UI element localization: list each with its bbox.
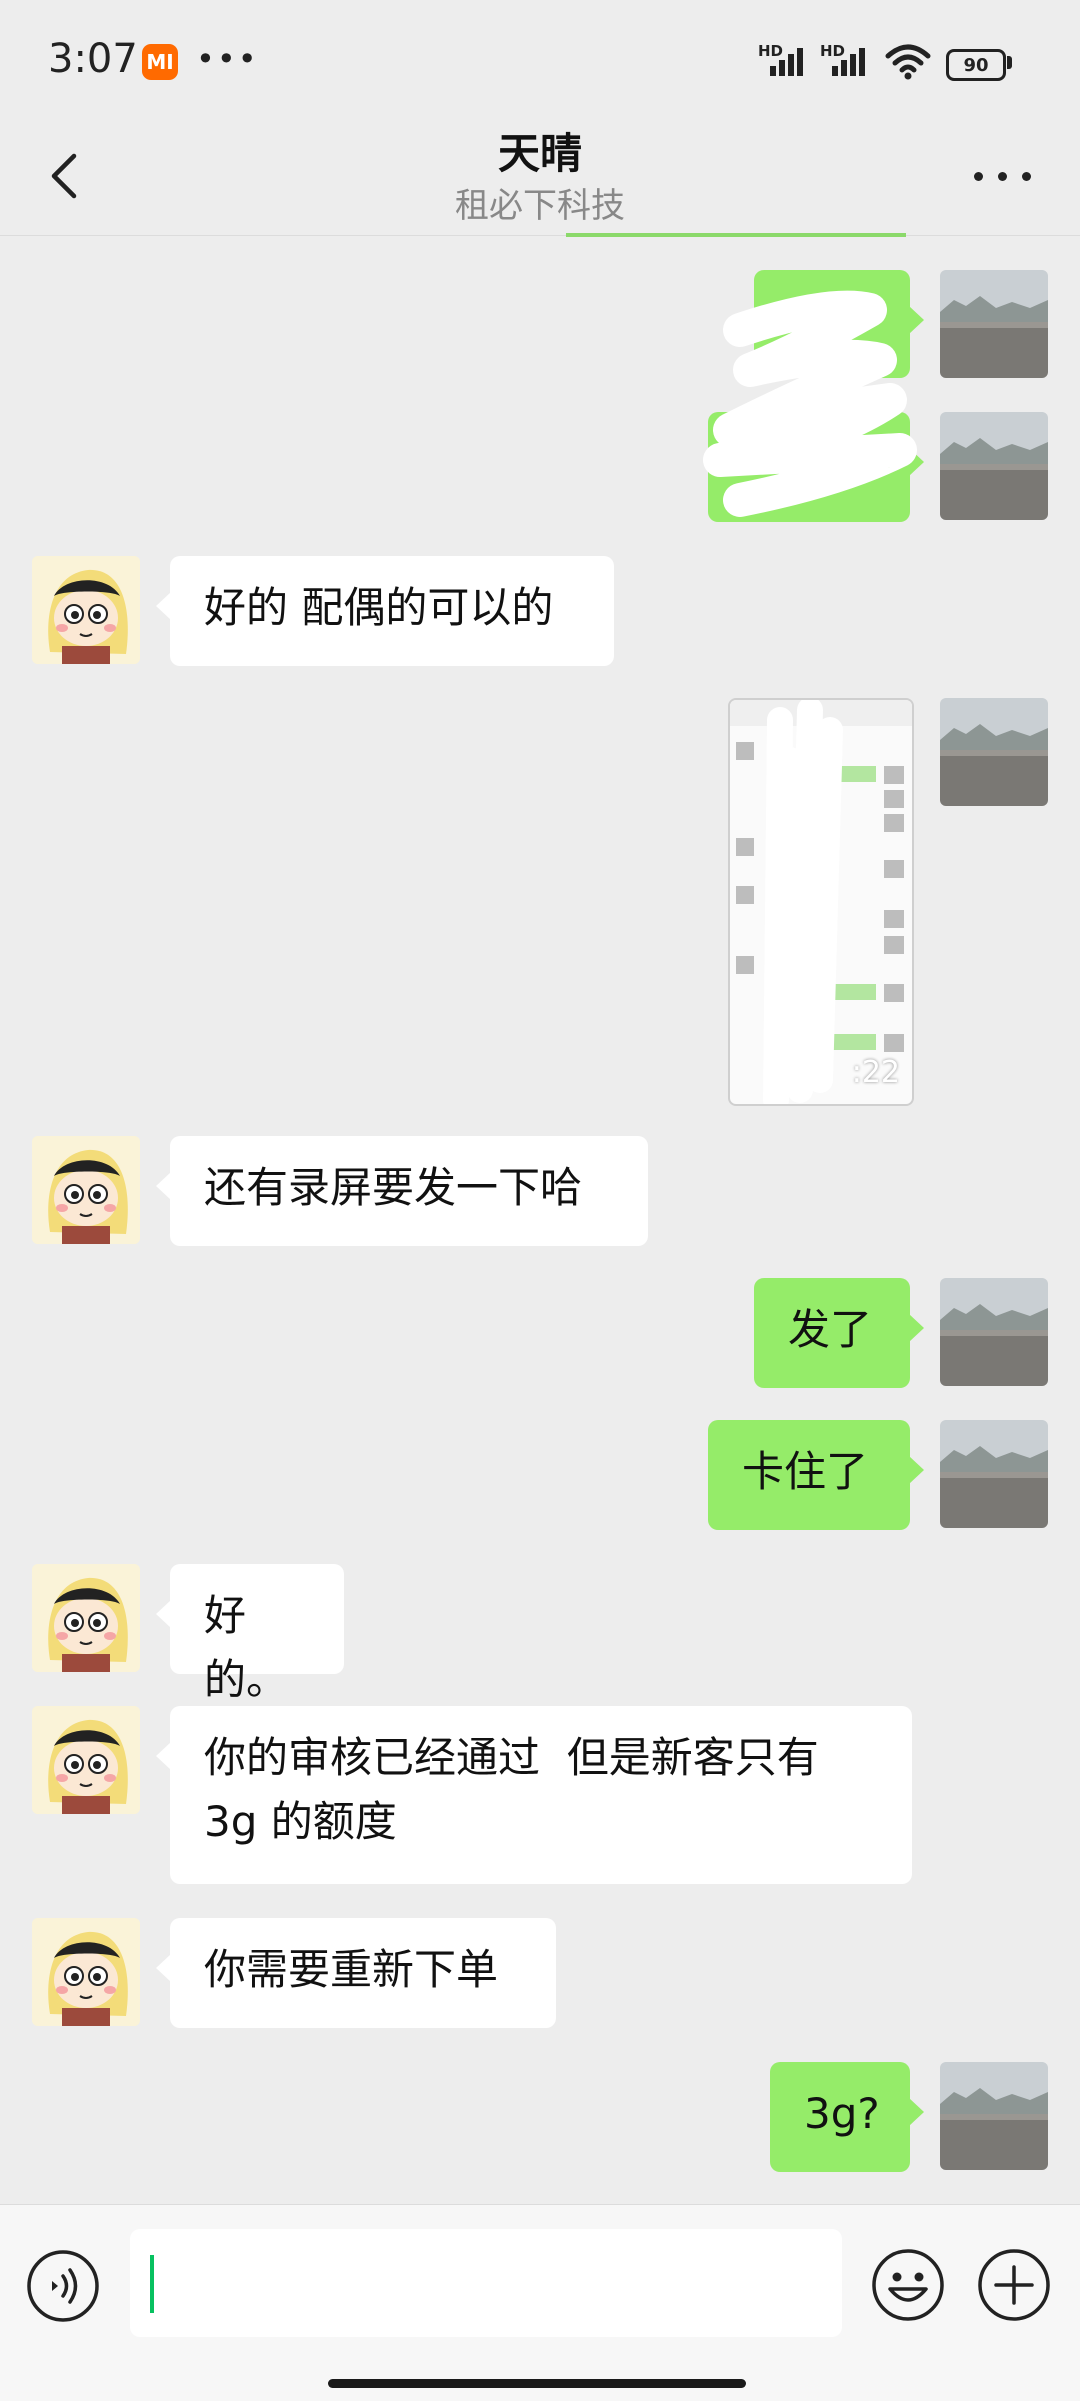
message-text: 你需要重新下单 — [204, 1945, 499, 1994]
chat-header: 天晴 租必下科技 — [0, 120, 1080, 236]
home-indicator[interactable] — [328, 2379, 746, 2388]
cellular-signal-icon-2 — [832, 48, 865, 76]
redaction-scribble — [703, 290, 917, 517]
my-avatar[interactable] — [940, 270, 1048, 378]
text-caret — [150, 2255, 154, 2313]
my-avatar[interactable] — [940, 1420, 1048, 1528]
voice-icon[interactable] — [26, 2249, 100, 2323]
chat-subtitle: 租必下科技 — [455, 186, 625, 226]
video-message-thumbnail[interactable]: :22 — [728, 698, 914, 1106]
cellular-signal-icon — [770, 48, 803, 76]
message-text: 发了 — [788, 1305, 873, 1354]
screenshot-preview — [730, 700, 912, 1104]
message-text: 还有录屏要发一下哈 — [204, 1163, 583, 1212]
contact-avatar[interactable] — [32, 1706, 140, 1814]
incoming-message-bubble[interactable]: 好的 配偶的可以的 — [156, 556, 614, 666]
wifi-icon — [885, 44, 931, 80]
status-time: 3:07 — [48, 36, 138, 82]
my-avatar[interactable] — [940, 2062, 1048, 2170]
chat-title: 天晴 — [497, 129, 582, 178]
status-more-dots: ••• — [196, 40, 259, 78]
video-duration: :22 — [851, 1055, 900, 1090]
incoming-message-bubble[interactable]: 好的。 — [156, 1564, 344, 1704]
message-text: 卡住了 — [742, 1447, 869, 1496]
battery-tip — [1007, 56, 1012, 69]
message-text: 好的。 — [204, 1591, 289, 1704]
outgoing-message-bubble[interactable]: 3g? — [770, 2062, 924, 2172]
contact-avatar[interactable] — [32, 1918, 140, 2026]
outgoing-message-bubble[interactable]: 发了 — [754, 1278, 924, 1388]
incoming-message-bubble[interactable]: 你需要重新下单 — [156, 1918, 556, 2028]
status-bar: 3:07 MI ••• HD HD 90 — [0, 0, 1080, 120]
contact-avatar[interactable] — [32, 1564, 140, 1672]
incoming-message-bubble[interactable]: 还有录屏要发一下哈 — [156, 1136, 648, 1246]
more-icon[interactable] — [974, 156, 1044, 196]
message-text-line-2: 3g 的额度 — [204, 1797, 397, 1846]
message-text-line-1: 你的审核已经通过 但是新客只有 — [204, 1733, 819, 1782]
my-avatar[interactable] — [940, 698, 1048, 806]
battery-indicator: 90 — [946, 49, 1006, 81]
message-text: 好的 配偶的可以的 — [204, 583, 554, 632]
contact-avatar[interactable] — [32, 1136, 140, 1244]
outgoing-message-bubble[interactable]: 卡住了 — [708, 1420, 924, 1530]
incoming-message-bubble[interactable]: 你的审核已经通过 但是新客只有 3g 的额度 — [156, 1706, 912, 1884]
emoji-icon[interactable] — [870, 2247, 946, 2323]
contact-avatar[interactable] — [32, 556, 140, 664]
plus-icon[interactable] — [976, 2247, 1052, 2323]
message-input[interactable] — [130, 2229, 842, 2337]
previous-message-edge — [566, 233, 906, 237]
mi-app-icon: MI — [142, 44, 178, 80]
my-avatar[interactable] — [940, 1278, 1048, 1386]
message-text: 3g? — [804, 2089, 880, 2138]
input-bar — [0, 2204, 1080, 2401]
my-avatar[interactable] — [940, 412, 1048, 520]
